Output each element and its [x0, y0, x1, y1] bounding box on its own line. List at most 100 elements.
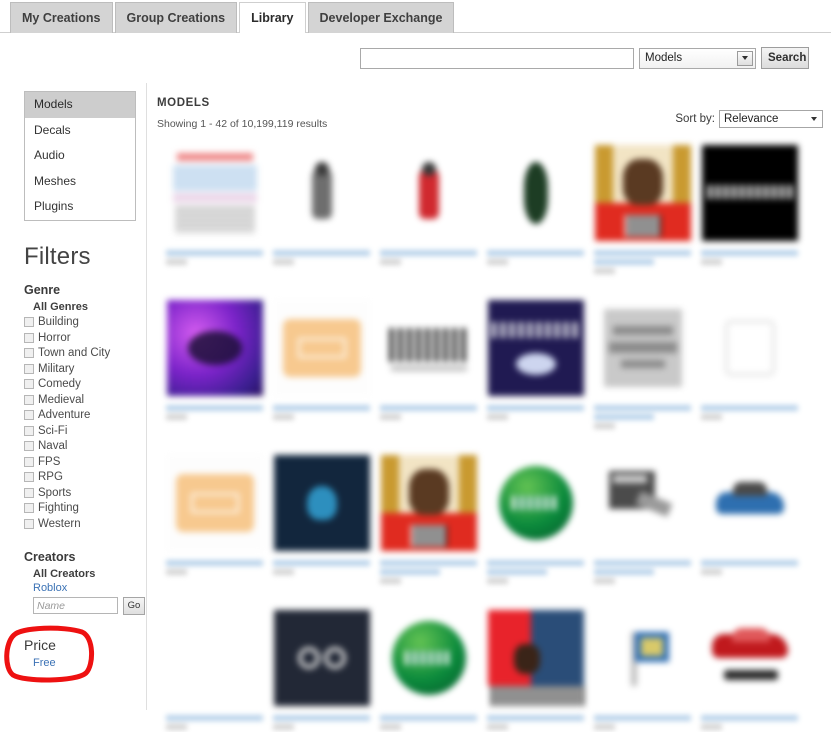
genre-option-building[interactable]: Building — [24, 315, 147, 331]
result-caption[interactable] — [701, 715, 798, 732]
result-caption[interactable] — [594, 715, 691, 732]
result-thumbnail[interactable] — [594, 610, 691, 706]
checkbox-icon[interactable] — [24, 332, 34, 343]
result-card[interactable] — [482, 297, 589, 452]
result-card[interactable] — [161, 452, 268, 607]
result-caption[interactable] — [166, 560, 263, 580]
result-thumbnail[interactable] — [594, 145, 691, 241]
result-caption[interactable] — [380, 405, 477, 425]
checkbox-icon[interactable] — [24, 518, 34, 529]
result-thumbnail[interactable] — [273, 455, 370, 551]
result-caption[interactable] — [166, 405, 263, 425]
sidebar-item-audio[interactable]: Audio — [25, 143, 135, 169]
result-thumbnail[interactable] — [701, 610, 798, 706]
result-caption[interactable] — [487, 405, 584, 425]
result-card[interactable] — [589, 452, 696, 607]
checkbox-icon[interactable] — [24, 503, 34, 514]
result-card[interactable] — [161, 607, 268, 732]
result-card[interactable] — [268, 452, 375, 607]
result-card[interactable] — [589, 297, 696, 452]
genre-option-medieval[interactable]: Medieval — [24, 392, 147, 408]
genre-option-naval[interactable]: Naval — [24, 439, 147, 455]
result-thumbnail[interactable] — [701, 145, 798, 241]
result-thumbnail[interactable] — [166, 300, 263, 396]
result-thumbnail[interactable] — [701, 455, 798, 551]
result-caption[interactable] — [594, 405, 691, 437]
result-thumbnail[interactable] — [701, 300, 798, 396]
result-thumbnail[interactable] — [594, 300, 691, 396]
result-thumbnail[interactable] — [380, 300, 477, 396]
result-caption[interactable] — [273, 560, 370, 580]
result-caption[interactable] — [380, 715, 477, 732]
checkbox-icon[interactable] — [24, 410, 34, 421]
result-thumbnail[interactable] — [166, 145, 263, 241]
result-caption[interactable] — [487, 560, 584, 592]
result-caption[interactable] — [380, 560, 477, 592]
sidebar-item-decals[interactable]: Decals — [25, 118, 135, 144]
genre-option-military[interactable]: Military — [24, 361, 147, 377]
result-caption[interactable] — [594, 560, 691, 592]
result-caption[interactable] — [701, 405, 798, 425]
checkbox-icon[interactable] — [24, 363, 34, 374]
tab-group-creations[interactable]: Group Creations — [114, 2, 238, 33]
result-caption[interactable] — [166, 250, 263, 270]
result-card[interactable] — [161, 142, 268, 297]
result-card[interactable] — [375, 297, 482, 452]
result-card[interactable] — [268, 297, 375, 452]
checkbox-icon[interactable] — [24, 394, 34, 405]
search-category-select[interactable]: Models — [639, 47, 756, 69]
result-thumbnail[interactable] — [487, 455, 584, 551]
tab-developer-exchange[interactable]: Developer Exchange — [307, 2, 455, 33]
result-card[interactable] — [375, 142, 482, 297]
result-card[interactable] — [696, 607, 803, 732]
checkbox-icon[interactable] — [24, 348, 34, 359]
result-card[interactable] — [589, 607, 696, 732]
checkbox-icon[interactable] — [24, 379, 34, 390]
checkbox-icon[interactable] — [24, 472, 34, 483]
creator-name-input[interactable] — [33, 597, 118, 614]
result-card[interactable] — [268, 607, 375, 732]
genre-option-horror[interactable]: Horror — [24, 330, 147, 346]
genre-option-fps[interactable]: FPS — [24, 454, 147, 470]
genre-option-comedy[interactable]: Comedy — [24, 377, 147, 393]
genre-option-sci-fi[interactable]: Sci-Fi — [24, 423, 147, 439]
creators-roblox-link[interactable]: Roblox — [24, 582, 147, 594]
result-thumbnail[interactable] — [487, 610, 584, 706]
sidebar-item-models[interactable]: Models — [25, 92, 135, 118]
checkbox-icon[interactable] — [24, 487, 34, 498]
genre-option-western[interactable]: Western — [24, 516, 147, 532]
checkbox-icon[interactable] — [24, 456, 34, 467]
genre-all-label[interactable]: All Genres — [24, 301, 147, 313]
result-card[interactable] — [375, 452, 482, 607]
result-thumbnail[interactable] — [273, 145, 370, 241]
result-thumbnail[interactable] — [594, 455, 691, 551]
result-caption[interactable] — [273, 715, 370, 732]
result-caption[interactable] — [487, 715, 584, 732]
sidebar-item-plugins[interactable]: Plugins — [25, 194, 135, 220]
result-card[interactable] — [589, 142, 696, 297]
search-button[interactable]: Search — [761, 47, 809, 69]
result-caption[interactable] — [594, 250, 691, 282]
result-thumbnail[interactable] — [273, 610, 370, 706]
result-thumbnail[interactable] — [273, 300, 370, 396]
result-caption[interactable] — [380, 250, 477, 270]
result-thumbnail[interactable] — [380, 610, 477, 706]
result-thumbnail[interactable] — [166, 610, 263, 706]
result-card[interactable] — [482, 142, 589, 297]
creator-go-button[interactable]: Go — [123, 596, 145, 615]
result-card[interactable] — [375, 607, 482, 732]
result-caption[interactable] — [487, 250, 584, 270]
genre-option-town-and-city[interactable]: Town and City — [24, 346, 147, 362]
result-card[interactable] — [696, 297, 803, 452]
result-card[interactable] — [482, 452, 589, 607]
result-card[interactable] — [268, 142, 375, 297]
search-input[interactable] — [360, 47, 634, 69]
checkbox-icon[interactable] — [24, 317, 34, 328]
result-caption[interactable] — [701, 560, 798, 580]
price-free-link[interactable]: Free — [24, 657, 147, 669]
result-thumbnail[interactable] — [487, 300, 584, 396]
result-thumbnail[interactable] — [166, 455, 263, 551]
result-card[interactable] — [161, 297, 268, 452]
tab-my-creations[interactable]: My Creations — [10, 2, 113, 33]
genre-option-adventure[interactable]: Adventure — [24, 408, 147, 424]
